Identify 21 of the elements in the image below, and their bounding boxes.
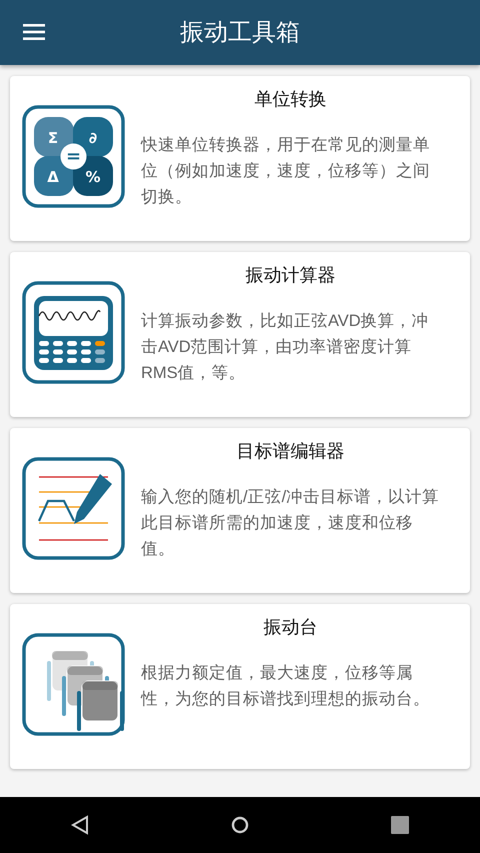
- home-icon[interactable]: [230, 815, 250, 835]
- tool-title: 振动计算器: [244, 264, 336, 287]
- app-title: 振动工具箱: [180, 18, 300, 46]
- back-icon[interactable]: [70, 815, 89, 835]
- tool-title: 目标谱编辑器: [236, 440, 346, 463]
- recents-icon[interactable]: [391, 816, 410, 834]
- spectrum-edit-icon: [22, 457, 125, 560]
- menu-icon: [23, 24, 45, 40]
- calculator-icon: [22, 281, 125, 384]
- shaker-icon: [22, 633, 125, 736]
- tool-card[interactable]: 振动台 根据力额定值，最大速度，位移等属性，为您的目标谱找到理想的振动台。: [10, 604, 470, 769]
- tool-description: 快速单位转换器，用于在常见的测量单位（例如加速度，速度，位移等）之间切换。: [141, 135, 431, 208]
- tool-description: 输入您的随机/正弦/冲击目标谱，以计算此目标谱所需的加速度，速度和位移值。: [141, 487, 440, 560]
- tool-card[interactable]: Σ ∂ Δ % = 单位转换 快速单位转换器，用于在常见的测量单位（例如加速度，速度，位移等）之间切换。: [10, 76, 470, 241]
- tool-card[interactable]: 目标谱编辑器 输入您的随机/正弦/冲击目标谱，以计算此目标谱所需的加速度，速度和位移值。: [10, 428, 470, 593]
- tool-description: 计算振动参数，比如正弦AVD换算，冲击AVD范围计算，由功率谱密度计算RMS值，等。: [141, 311, 430, 384]
- tool-title: 单位转换: [254, 88, 328, 111]
- converter-icon: Σ ∂ Δ % =: [22, 105, 125, 208]
- tool-card[interactable]: 振动计算器 计算振动参数，比如正弦AVD换算，冲击AVD范围计算，由功率谱密度计算RMS值，等。: [10, 252, 470, 417]
- tool-description: 根据力额定值，最大速度，位移等属性，为您的目标谱找到理想的振动台。: [141, 663, 431, 710]
- tool-title: 振动台: [262, 616, 318, 639]
